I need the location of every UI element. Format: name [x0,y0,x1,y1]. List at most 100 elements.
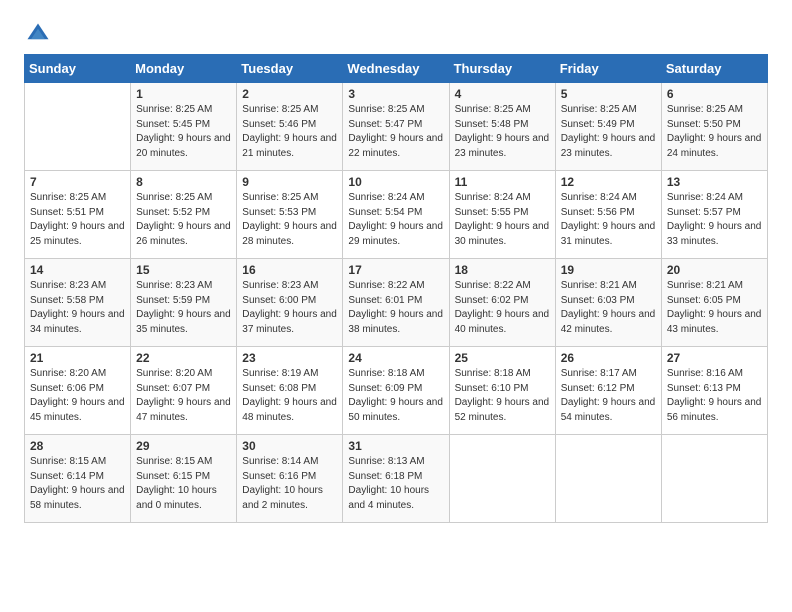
day-cell: 27 Sunrise: 8:16 AMSunset: 6:13 PMDaylig… [661,347,767,435]
day-cell: 17 Sunrise: 8:22 AMSunset: 6:01 PMDaylig… [343,259,449,347]
header-monday: Monday [131,55,237,83]
calendar-table: SundayMondayTuesdayWednesdayThursdayFrid… [24,54,768,523]
day-info: Sunrise: 8:25 AMSunset: 5:48 PMDaylight:… [455,103,550,161]
day-number: 19 [561,263,656,277]
day-number: 25 [455,351,550,365]
day-info: Sunrise: 8:25 AMSunset: 5:47 PMDaylight:… [348,103,443,161]
day-cell: 26 Sunrise: 8:17 AMSunset: 6:12 PMDaylig… [555,347,661,435]
day-number: 10 [348,175,443,189]
day-cell [661,435,767,523]
day-cell: 6 Sunrise: 8:25 AMSunset: 5:50 PMDayligh… [661,83,767,171]
day-info: Sunrise: 8:20 AMSunset: 6:07 PMDaylight:… [136,367,231,425]
day-cell: 2 Sunrise: 8:25 AMSunset: 5:46 PMDayligh… [237,83,343,171]
day-number: 23 [242,351,337,365]
header-tuesday: Tuesday [237,55,343,83]
day-number: 9 [242,175,337,189]
day-number: 28 [30,439,125,453]
day-cell: 12 Sunrise: 8:24 AMSunset: 5:56 PMDaylig… [555,171,661,259]
day-info: Sunrise: 8:25 AMSunset: 5:53 PMDaylight:… [242,191,337,249]
day-number: 4 [455,87,550,101]
day-cell: 18 Sunrise: 8:22 AMSunset: 6:02 PMDaylig… [449,259,555,347]
header-wednesday: Wednesday [343,55,449,83]
day-cell: 15 Sunrise: 8:23 AMSunset: 5:59 PMDaylig… [131,259,237,347]
day-number: 24 [348,351,443,365]
day-cell: 31 Sunrise: 8:13 AMSunset: 6:18 PMDaylig… [343,435,449,523]
day-info: Sunrise: 8:21 AMSunset: 6:03 PMDaylight:… [561,279,656,337]
day-info: Sunrise: 8:19 AMSunset: 6:08 PMDaylight:… [242,367,337,425]
day-number: 2 [242,87,337,101]
day-info: Sunrise: 8:24 AMSunset: 5:54 PMDaylight:… [348,191,443,249]
day-info: Sunrise: 8:18 AMSunset: 6:09 PMDaylight:… [348,367,443,425]
day-number: 6 [667,87,762,101]
day-number: 5 [561,87,656,101]
day-info: Sunrise: 8:23 AMSunset: 6:00 PMDaylight:… [242,279,337,337]
day-number: 31 [348,439,443,453]
day-number: 18 [455,263,550,277]
day-number: 11 [455,175,550,189]
day-number: 3 [348,87,443,101]
logo [24,20,56,48]
day-cell: 11 Sunrise: 8:24 AMSunset: 5:55 PMDaylig… [449,171,555,259]
header-friday: Friday [555,55,661,83]
day-cell: 21 Sunrise: 8:20 AMSunset: 6:06 PMDaylig… [25,347,131,435]
day-info: Sunrise: 8:24 AMSunset: 5:57 PMDaylight:… [667,191,762,249]
day-info: Sunrise: 8:25 AMSunset: 5:51 PMDaylight:… [30,191,125,249]
page-header [24,20,768,48]
day-cell: 10 Sunrise: 8:24 AMSunset: 5:54 PMDaylig… [343,171,449,259]
week-row-1: 1 Sunrise: 8:25 AMSunset: 5:45 PMDayligh… [25,83,768,171]
week-row-4: 21 Sunrise: 8:20 AMSunset: 6:06 PMDaylig… [25,347,768,435]
day-cell: 24 Sunrise: 8:18 AMSunset: 6:09 PMDaylig… [343,347,449,435]
day-number: 13 [667,175,762,189]
header-row: SundayMondayTuesdayWednesdayThursdayFrid… [25,55,768,83]
day-number: 16 [242,263,337,277]
day-info: Sunrise: 8:23 AMSunset: 5:59 PMDaylight:… [136,279,231,337]
day-cell: 22 Sunrise: 8:20 AMSunset: 6:07 PMDaylig… [131,347,237,435]
day-number: 15 [136,263,231,277]
day-cell: 5 Sunrise: 8:25 AMSunset: 5:49 PMDayligh… [555,83,661,171]
day-number: 27 [667,351,762,365]
day-cell: 25 Sunrise: 8:18 AMSunset: 6:10 PMDaylig… [449,347,555,435]
day-cell: 4 Sunrise: 8:25 AMSunset: 5:48 PMDayligh… [449,83,555,171]
header-saturday: Saturday [661,55,767,83]
day-info: Sunrise: 8:13 AMSunset: 6:18 PMDaylight:… [348,455,443,513]
day-cell [449,435,555,523]
day-number: 29 [136,439,231,453]
day-cell: 3 Sunrise: 8:25 AMSunset: 5:47 PMDayligh… [343,83,449,171]
day-info: Sunrise: 8:25 AMSunset: 5:52 PMDaylight:… [136,191,231,249]
day-info: Sunrise: 8:21 AMSunset: 6:05 PMDaylight:… [667,279,762,337]
day-number: 12 [561,175,656,189]
day-cell: 16 Sunrise: 8:23 AMSunset: 6:00 PMDaylig… [237,259,343,347]
day-info: Sunrise: 8:23 AMSunset: 5:58 PMDaylight:… [30,279,125,337]
day-number: 7 [30,175,125,189]
day-info: Sunrise: 8:22 AMSunset: 6:01 PMDaylight:… [348,279,443,337]
day-info: Sunrise: 8:25 AMSunset: 5:45 PMDaylight:… [136,103,231,161]
week-row-5: 28 Sunrise: 8:15 AMSunset: 6:14 PMDaylig… [25,435,768,523]
day-info: Sunrise: 8:24 AMSunset: 5:55 PMDaylight:… [455,191,550,249]
day-cell [555,435,661,523]
day-cell: 14 Sunrise: 8:23 AMSunset: 5:58 PMDaylig… [25,259,131,347]
day-cell: 29 Sunrise: 8:15 AMSunset: 6:15 PMDaylig… [131,435,237,523]
day-cell: 9 Sunrise: 8:25 AMSunset: 5:53 PMDayligh… [237,171,343,259]
day-cell: 1 Sunrise: 8:25 AMSunset: 5:45 PMDayligh… [131,83,237,171]
day-cell: 30 Sunrise: 8:14 AMSunset: 6:16 PMDaylig… [237,435,343,523]
week-row-3: 14 Sunrise: 8:23 AMSunset: 5:58 PMDaylig… [25,259,768,347]
day-info: Sunrise: 8:17 AMSunset: 6:12 PMDaylight:… [561,367,656,425]
day-number: 1 [136,87,231,101]
day-cell: 7 Sunrise: 8:25 AMSunset: 5:51 PMDayligh… [25,171,131,259]
week-row-2: 7 Sunrise: 8:25 AMSunset: 5:51 PMDayligh… [25,171,768,259]
day-info: Sunrise: 8:25 AMSunset: 5:50 PMDaylight:… [667,103,762,161]
day-number: 14 [30,263,125,277]
day-info: Sunrise: 8:20 AMSunset: 6:06 PMDaylight:… [30,367,125,425]
day-cell: 28 Sunrise: 8:15 AMSunset: 6:14 PMDaylig… [25,435,131,523]
day-number: 26 [561,351,656,365]
day-cell: 19 Sunrise: 8:21 AMSunset: 6:03 PMDaylig… [555,259,661,347]
day-number: 21 [30,351,125,365]
header-thursday: Thursday [449,55,555,83]
day-cell [25,83,131,171]
day-info: Sunrise: 8:25 AMSunset: 5:46 PMDaylight:… [242,103,337,161]
day-cell: 8 Sunrise: 8:25 AMSunset: 5:52 PMDayligh… [131,171,237,259]
header-sunday: Sunday [25,55,131,83]
day-info: Sunrise: 8:18 AMSunset: 6:10 PMDaylight:… [455,367,550,425]
day-cell: 20 Sunrise: 8:21 AMSunset: 6:05 PMDaylig… [661,259,767,347]
day-number: 22 [136,351,231,365]
